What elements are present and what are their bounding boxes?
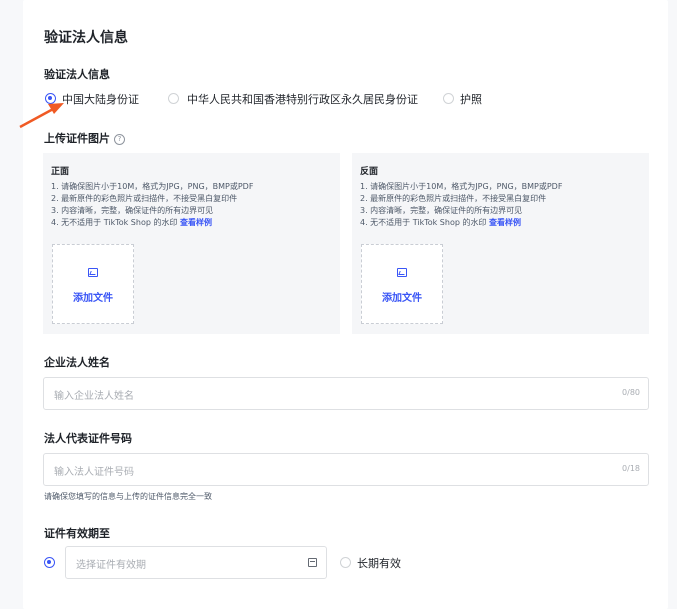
annotation-arrow-shaft <box>19 106 56 129</box>
annotation-arrow <box>19 103 64 129</box>
annotation-arrow-head <box>48 103 64 114</box>
